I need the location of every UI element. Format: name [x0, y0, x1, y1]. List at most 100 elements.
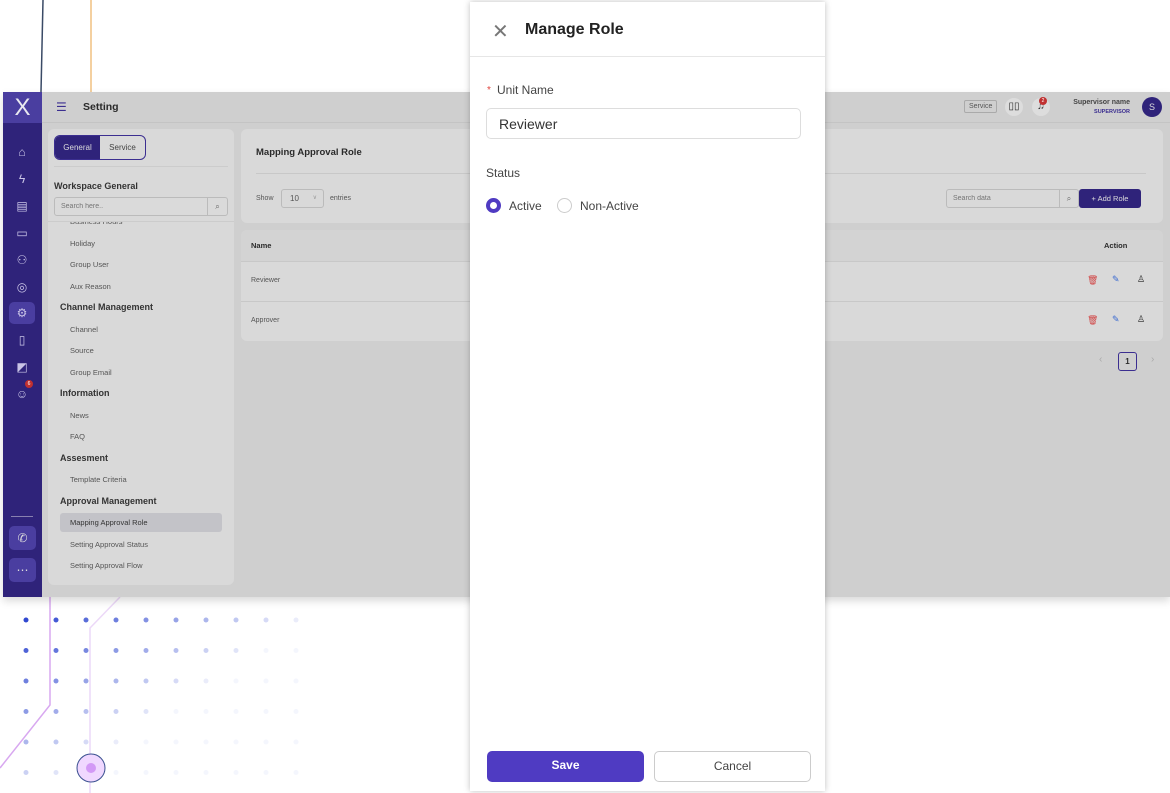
decoration-dot	[263, 770, 269, 775]
phone-icon[interactable]: ✆	[9, 526, 36, 550]
save-button[interactable]: Save	[487, 751, 644, 782]
chat-icon[interactable]: ☺ 6	[9, 380, 35, 405]
decoration-dot	[293, 678, 299, 684]
page-1-button[interactable]: 1	[1118, 352, 1137, 371]
nav-item[interactable]: Template Criteria	[60, 470, 222, 489]
nav-item[interactable]: News	[60, 406, 222, 425]
nav-list: Business Hours Holiday Group User Aux Reaso…	[48, 222, 234, 585]
manage-role-modal: ✕ Manage Role * Unit Name Status Active …	[470, 2, 825, 791]
decoration-dot	[143, 709, 149, 714]
decoration-dot	[173, 770, 179, 775]
decoration-dot	[233, 648, 239, 653]
decoration-dot	[203, 709, 209, 714]
decoration-dot	[113, 709, 119, 714]
radio-active-label[interactable]: Active	[509, 199, 542, 213]
table-search: ⌕	[946, 189, 1079, 208]
entries-select[interactable]: 10 ∨	[281, 189, 324, 208]
radio-non-active-label[interactable]: Non-Active	[580, 199, 639, 213]
nav-item[interactable]: Setting Approval Flow	[60, 556, 222, 575]
ticket-icon[interactable]: ▭	[9, 222, 35, 244]
table-search-input[interactable]	[947, 190, 1059, 207]
user-assign-icon[interactable]: ♙	[1137, 274, 1145, 285]
app-logo: X	[3, 92, 42, 123]
modal-title: Manage Role	[525, 21, 624, 38]
add-role-button[interactable]: + Add Role	[1079, 189, 1141, 208]
users-icon[interactable]: ⚇	[9, 249, 35, 271]
nav-item[interactable]: Aux Reason	[60, 277, 222, 296]
contact-icon[interactable]: ◎	[9, 276, 35, 298]
content-title: Mapping Approval Role	[256, 147, 362, 158]
decoration-dot	[23, 617, 29, 623]
role-name: Approver	[251, 317, 280, 324]
decoration-dot	[143, 617, 149, 623]
decoration-dot	[23, 678, 29, 684]
tab-general[interactable]: General	[55, 136, 100, 159]
document-icon[interactable]: ▤	[9, 195, 35, 217]
close-icon[interactable]: ✕	[492, 19, 509, 44]
monitor-chart-icon[interactable]: ◩	[9, 356, 35, 378]
nav-item[interactable]: Setting Approval Status	[60, 535, 222, 554]
decoration-dot	[263, 709, 269, 714]
decoration-dot	[113, 770, 119, 775]
prev-page-icon[interactable]: ‹	[1099, 354, 1102, 365]
decoration-dot	[173, 648, 179, 653]
file-icon[interactable]: ▯	[9, 329, 35, 351]
decoration-dot	[53, 709, 59, 714]
nav-item[interactable]: Channel	[60, 320, 222, 339]
edit-icon[interactable]: ✎	[1112, 274, 1120, 285]
cancel-button[interactable]: Cancel	[654, 751, 811, 782]
home-icon[interactable]: ⌂	[9, 141, 35, 163]
user-assign-icon[interactable]: ♙	[1137, 314, 1145, 325]
book-icon[interactable]: ▯▯	[1005, 98, 1023, 116]
status-label: Status	[486, 166, 521, 180]
nav-item[interactable]: Group Email	[60, 363, 222, 382]
decoration-dot	[173, 617, 179, 623]
radio-non-active[interactable]	[557, 198, 572, 213]
service-badge[interactable]: Service	[964, 100, 998, 113]
nav-item[interactable]: Business Hours	[60, 222, 222, 231]
tab-service[interactable]: Service	[100, 136, 145, 159]
avatar[interactable]: S	[1142, 97, 1162, 117]
nav-item[interactable]: Mapping Approval Role	[60, 513, 222, 532]
search-icon[interactable]: ⌕	[207, 198, 227, 215]
decoration-dot	[83, 739, 89, 745]
search-icon[interactable]: ⌕	[1059, 190, 1078, 207]
delete-icon[interactable]: 🗑︎	[1087, 275, 1098, 286]
settings-icon[interactable]: ⚙	[9, 302, 35, 325]
message-icon[interactable]: ⋯	[9, 558, 36, 582]
decoration-dot	[173, 709, 179, 714]
decoration-dot	[83, 709, 89, 714]
nav-item[interactable]: Group User	[60, 255, 222, 274]
notification-badge: 2	[1039, 97, 1047, 105]
unit-name-input[interactable]	[486, 108, 801, 139]
nav-item[interactable]: Source	[60, 341, 222, 360]
page-title: Setting	[83, 101, 119, 113]
decoration-dot	[53, 770, 59, 775]
nav-item[interactable]: Holiday	[60, 234, 222, 253]
decoration-dot	[233, 739, 239, 745]
nav-group-heading: Assesment	[60, 452, 109, 463]
decoration-dot	[23, 739, 29, 745]
nav-group-heading: Information	[60, 388, 110, 398]
nav-group-heading: Approval Management	[60, 495, 157, 506]
next-page-icon[interactable]: ›	[1151, 354, 1154, 365]
divider	[470, 56, 825, 57]
column-header-action: Action	[1104, 241, 1128, 250]
settings-nav-panel: General Service Workspace General ⌕ Busi…	[48, 129, 234, 585]
edit-icon[interactable]: ✎	[1112, 314, 1120, 325]
menu-icon[interactable]: ☰	[56, 100, 67, 114]
nav-tabs: General Service	[54, 135, 146, 160]
nav-item[interactable]: FAQ	[60, 427, 222, 446]
decoration-dot	[143, 648, 149, 653]
radio-active[interactable]	[486, 198, 501, 213]
decoration-dot	[143, 739, 149, 745]
decoration-dot	[53, 678, 59, 684]
decoration-dot	[83, 678, 89, 684]
entries-label: entries	[330, 195, 352, 202]
delete-icon[interactable]: 🗑︎	[1087, 315, 1098, 326]
required-mark: *	[487, 85, 491, 96]
decoration-dot	[233, 709, 239, 714]
nav-search-input[interactable]	[55, 198, 207, 215]
bolt-icon[interactable]: ϟ	[9, 168, 35, 190]
decoration-dot	[203, 678, 209, 684]
